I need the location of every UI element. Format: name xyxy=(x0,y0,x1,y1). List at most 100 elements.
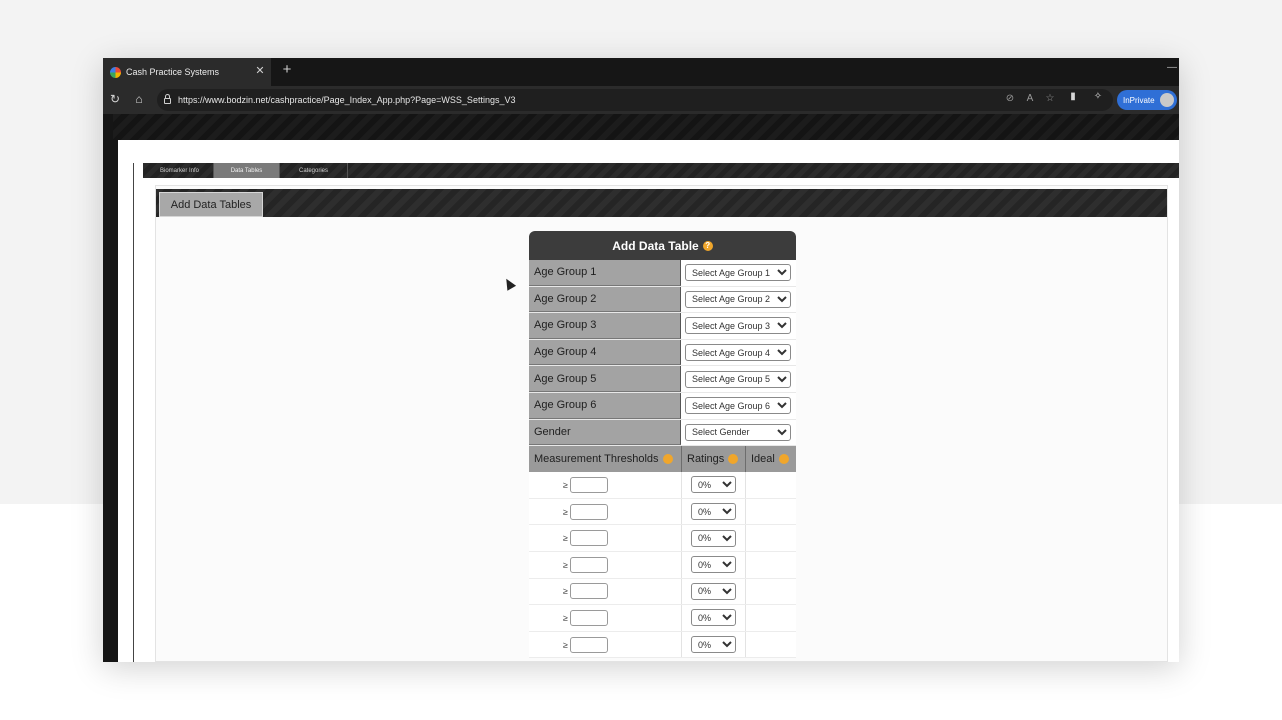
ratings-help-icon[interactable] xyxy=(728,454,739,465)
tab-biomarker-info[interactable]: Biomarker Info xyxy=(146,163,214,178)
age-group-4-label: Age Group 4 xyxy=(529,339,681,366)
rating-select[interactable]: 0% xyxy=(691,503,736,521)
tab-categories[interactable]: Categories xyxy=(280,163,348,178)
browser-window: Cash Practice Systems ✕ + — ↻ ⌂ https://… xyxy=(103,58,1179,662)
threshold-row: ≥ 0% xyxy=(529,525,796,552)
content-panel: Add Data Tables Add Data Table ? Age Gro… xyxy=(155,185,1168,662)
browser-tab[interactable]: Cash Practice Systems ✕ xyxy=(103,58,271,86)
threshold-row: ≥ 0% xyxy=(529,578,796,606)
minimize-icon[interactable]: — xyxy=(1167,62,1177,73)
lock-icon xyxy=(164,94,171,104)
age-group-5-select[interactable]: Select Age Group 5 xyxy=(685,370,791,388)
threshold-input[interactable] xyxy=(569,583,608,600)
thresholds-help-icon[interactable] xyxy=(662,454,673,465)
rating-select[interactable]: 0% xyxy=(691,636,736,654)
age-group-5-row: Age Group 5 Select Age Group 5 xyxy=(529,366,796,393)
settings-subnav: Biomarker Info Data Tables Categories xyxy=(143,163,1179,178)
rating-select[interactable]: 0% xyxy=(691,556,736,574)
gender-label: Gender xyxy=(529,419,681,446)
ratings-header-label: Ratings xyxy=(687,453,725,466)
ideal-cell[interactable] xyxy=(746,605,796,631)
site-favicon-icon xyxy=(110,66,121,78)
address-bar[interactable]: https://www.bodzin.net/cashpractice/Page… xyxy=(157,89,1113,111)
thresholds-header-row: Measurement Thresholds Ratings Ideal xyxy=(529,446,796,473)
age-group-4-select[interactable]: Select Age Group 4 xyxy=(685,344,791,362)
gte-symbol: ≥ xyxy=(563,559,568,570)
age-group-6-label: Age Group 6 xyxy=(529,392,681,419)
age-group-2-select[interactable]: Select Age Group 2 xyxy=(685,290,791,308)
ideal-header-label: Ideal xyxy=(751,453,775,466)
frame-divider xyxy=(133,163,134,662)
age-group-5-label: Age Group 5 xyxy=(529,366,681,392)
home-icon[interactable]: ⌂ xyxy=(131,92,147,106)
form-title-bar: Add Data Table ? xyxy=(529,231,796,260)
inprivate-button[interactable]: InPrivate xyxy=(1117,90,1177,110)
thresholds-header: Measurement Thresholds xyxy=(529,446,682,473)
rating-select[interactable]: 0% xyxy=(691,582,736,600)
threshold-input[interactable] xyxy=(569,530,608,547)
tab-strip: Cash Practice Systems ✕ + — xyxy=(103,58,1179,86)
age-group-4-row: Age Group 4 Select Age Group 4 xyxy=(529,339,796,367)
extension-icon[interactable]: ▮ xyxy=(1065,91,1081,102)
rating-select[interactable]: 0% xyxy=(691,476,736,494)
extensions-puzzle-icon[interactable]: ✧ xyxy=(1090,91,1106,102)
threshold-input[interactable] xyxy=(569,636,608,653)
ideal-cell[interactable] xyxy=(746,632,796,658)
page-top-bar xyxy=(113,114,1179,140)
section-header: Add Data Tables xyxy=(156,189,1167,217)
page-background: Biomarker Info Data Tables Categories Ad… xyxy=(118,140,1179,662)
threshold-input[interactable] xyxy=(569,503,608,520)
ratings-header: Ratings xyxy=(682,446,746,473)
ideal-cell[interactable] xyxy=(746,552,796,578)
thresholds-header-label: Measurement Thresholds xyxy=(534,453,659,466)
ideal-cell[interactable] xyxy=(746,472,796,498)
gender-row: Gender Select Gender xyxy=(529,419,796,447)
help-icon[interactable]: ? xyxy=(702,240,713,251)
gender-select[interactable]: Select Gender xyxy=(685,423,791,441)
add-data-table-form: Add Data Table ? Age Group 1 Select Age … xyxy=(529,231,796,659)
ideal-header: Ideal xyxy=(746,446,796,472)
ideal-cell[interactable] xyxy=(746,579,796,605)
tab-data-tables[interactable]: Data Tables xyxy=(214,163,280,178)
age-group-1-select[interactable]: Select Age Group 1 xyxy=(685,264,791,282)
threshold-row: ≥ 0% xyxy=(529,498,796,526)
age-group-6-select[interactable]: Select Age Group 6 xyxy=(685,397,791,415)
age-group-3-select[interactable]: Select Age Group 3 xyxy=(685,317,791,335)
rating-select[interactable]: 0% xyxy=(691,529,736,547)
address-toolbar: ↻ ⌂ https://www.bodzin.net/cashpractice/… xyxy=(103,86,1179,114)
favorite-star-icon[interactable]: ☆ xyxy=(1043,93,1057,104)
threshold-row: ≥ 0% xyxy=(529,605,796,632)
gte-symbol: ≥ xyxy=(563,586,568,597)
url-text[interactable]: https://www.bodzin.net/cashpractice/Page… xyxy=(178,95,515,105)
close-tab-icon[interactable]: ✕ xyxy=(253,64,267,77)
ideal-cell[interactable] xyxy=(746,499,796,525)
new-tab-icon[interactable]: + xyxy=(279,61,295,78)
gte-symbol: ≥ xyxy=(563,506,568,517)
age-group-6-row: Age Group 6 Select Age Group 6 xyxy=(529,392,796,420)
age-group-1-row: Age Group 1 Select Age Group 1 xyxy=(529,260,796,287)
threshold-row: ≥ 0% xyxy=(529,631,796,659)
age-group-3-label: Age Group 3 xyxy=(529,313,681,339)
age-group-2-label: Age Group 2 xyxy=(529,286,681,313)
tab-title: Cash Practice Systems xyxy=(126,67,220,77)
ideal-cell[interactable] xyxy=(746,525,796,551)
tracking-prevention-icon[interactable]: ⊘ xyxy=(1003,93,1017,104)
gte-symbol: ≥ xyxy=(563,479,568,490)
profile-avatar xyxy=(1160,93,1174,107)
refresh-icon[interactable]: ↻ xyxy=(107,92,123,106)
threshold-row: ≥ 0% xyxy=(529,551,796,579)
tab-add-data-tables[interactable]: Add Data Tables xyxy=(159,192,263,217)
form-title: Add Data Table xyxy=(612,238,699,253)
rating-select[interactable]: 0% xyxy=(691,609,736,627)
age-group-3-row: Age Group 3 Select Age Group 3 xyxy=(529,313,796,340)
age-group-2-row: Age Group 2 Select Age Group 2 xyxy=(529,286,796,314)
threshold-row: ≥ 0% xyxy=(529,472,796,499)
gte-symbol: ≥ xyxy=(563,639,568,650)
threshold-input[interactable] xyxy=(569,609,608,626)
ideal-help-icon[interactable] xyxy=(778,454,789,465)
read-aloud-icon[interactable]: A xyxy=(1023,93,1037,104)
threshold-input[interactable] xyxy=(569,556,608,573)
gte-symbol: ≥ xyxy=(563,612,568,623)
page-viewport: Biomarker Info Data Tables Categories Ad… xyxy=(103,114,1179,662)
threshold-input[interactable] xyxy=(569,476,608,493)
